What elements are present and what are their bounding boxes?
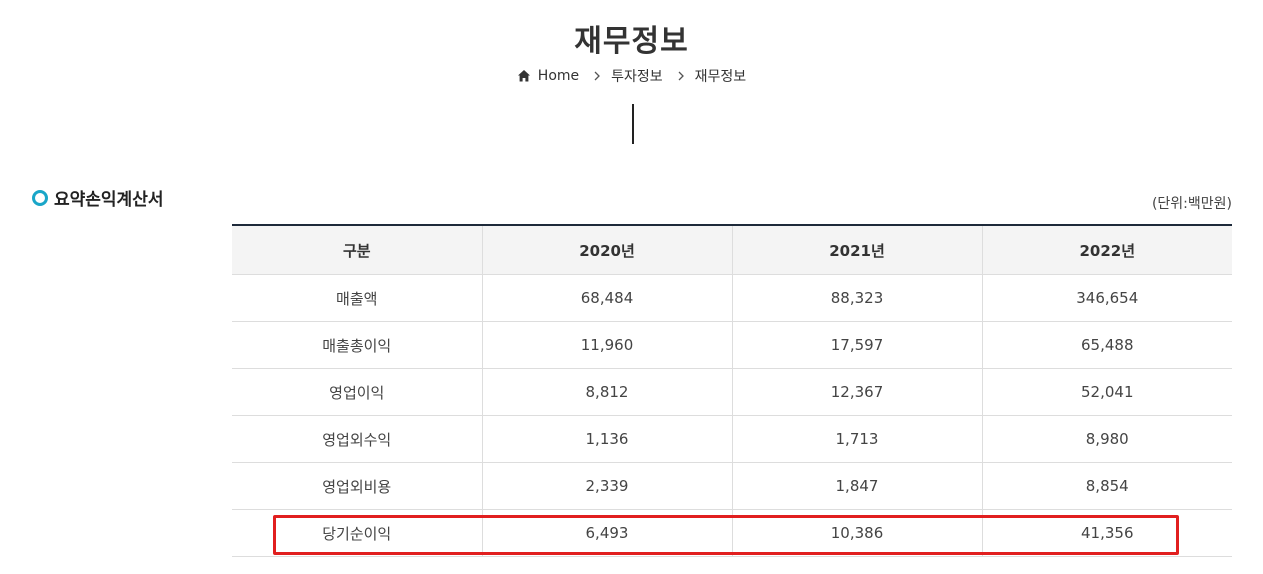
unit-label: (단위:백만원)	[1151, 196, 1232, 212]
page-title: 재무정보	[574, 24, 689, 59]
table-cell: 1,136	[481, 415, 732, 463]
table-cell: 10,386	[731, 509, 982, 557]
table-cell: 52,041	[981, 368, 1232, 416]
circle-bullet-icon	[32, 189, 48, 206]
row-label: 영업이익	[232, 368, 482, 416]
column-header-category: 구분	[232, 224, 482, 275]
table-cell: 88,323	[731, 274, 982, 322]
table-cell: 346,654	[981, 274, 1232, 322]
chevron-right-icon	[678, 71, 684, 81]
table-header-row: 구분 2020년 2021년 2022년	[232, 224, 1232, 275]
home-icon[interactable]	[517, 69, 531, 83]
row-label: 당기순이익	[232, 509, 482, 557]
table-row: 매출액 68,484 88,323 346,654	[232, 274, 1232, 322]
table-row: 매출총이익 11,960 17,597 65,488	[232, 321, 1232, 369]
chevron-right-icon	[594, 71, 601, 81]
table-row: 영업외수익 1,136 1,713 8,980	[232, 415, 1232, 463]
row-label: 영업외수익	[232, 415, 482, 463]
table-cell: 1,713	[731, 415, 982, 463]
table-cell: 6,493	[481, 509, 732, 557]
title-divider	[632, 104, 634, 144]
table-cell: 41,356	[981, 509, 1232, 557]
table-cell: 2,339	[481, 462, 732, 510]
table-row: 영업외비용 2,339 1,847 8,854	[232, 462, 1232, 510]
row-label: 매출액	[232, 274, 482, 322]
breadcrumb-investor-info[interactable]: 투자정보	[611, 66, 663, 86]
table-row: 영업이익 8,812 12,367 52,041	[232, 368, 1232, 416]
section-title-label: 요약손익계산서	[54, 190, 164, 210]
breadcrumb: Home 투자정보 재무정보	[0, 66, 1263, 86]
income-statement-table: 구분 2020년 2021년 2022년 매출액 68,484 88,323 3…	[232, 224, 1232, 557]
breadcrumb-home[interactable]: Home	[538, 68, 579, 84]
section-title: 요약손익계산서	[32, 185, 163, 210]
table-cell: 1,847	[731, 462, 982, 510]
table-row-net-income: 당기순이익 6,493 10,386 41,356	[232, 509, 1232, 557]
column-header-2022: 2022년	[981, 224, 1232, 275]
row-label: 매출총이익	[232, 321, 482, 369]
column-header-2021: 2021년	[731, 224, 982, 275]
table-cell: 65,488	[981, 321, 1232, 369]
breadcrumb-financial-info[interactable]: 재무정보	[695, 66, 747, 86]
table-cell: 68,484	[481, 274, 732, 322]
table-cell: 12,367	[731, 368, 982, 416]
table-cell: 8,854	[981, 462, 1232, 510]
table-cell: 8,980	[981, 415, 1232, 463]
table-cell: 11,960	[481, 321, 732, 369]
table-cell: 17,597	[731, 321, 982, 369]
column-header-2020: 2020년	[481, 224, 732, 275]
row-label: 영업외비용	[232, 462, 482, 510]
table-cell: 8,812	[481, 368, 732, 416]
